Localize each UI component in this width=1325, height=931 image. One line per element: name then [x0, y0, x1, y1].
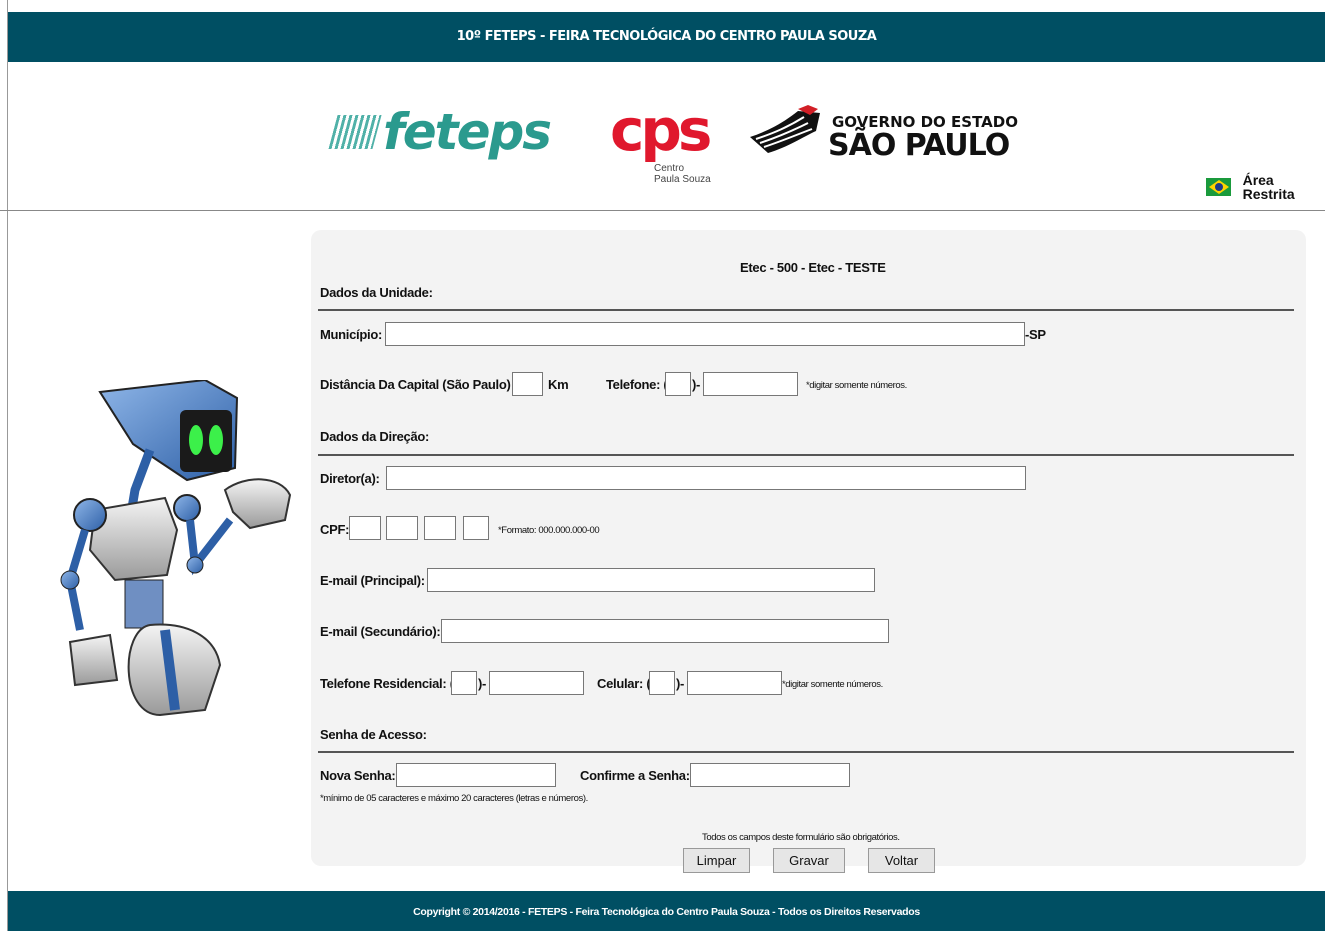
section-heading-unit: Dados da Unidade:	[320, 285, 433, 300]
phone-number-input[interactable]	[703, 372, 798, 396]
home-phone-area-code-input[interactable]	[451, 671, 477, 695]
restricted-area-link[interactable]: Área Restrita	[1206, 173, 1325, 201]
clear-button[interactable]: Limpar	[683, 848, 750, 873]
feteps-dots-icon	[328, 115, 382, 149]
governo-emblem-icon	[750, 105, 820, 153]
page-title: 10º FETEPS - FEIRA TECNOLÓGICA DO CENTRO…	[456, 29, 877, 44]
section-divider	[318, 309, 1294, 311]
municipio-label: Município:	[320, 327, 382, 342]
logo-strip: feteps cps Centro Paula Souza GOVERNO DO…	[0, 95, 1325, 190]
required-fields-note: Todos os campos deste formulário são obr…	[702, 832, 900, 843]
municipio-input[interactable]	[385, 322, 1025, 346]
password-hint: *mínimo de 05 caracteres e máximo 20 car…	[320, 793, 588, 804]
robot-mascot-illustration	[60, 380, 292, 717]
phone-area-code-input[interactable]	[665, 372, 691, 396]
email-main-input[interactable]	[427, 568, 875, 592]
email-secondary-label: E-mail (Secundário):	[320, 624, 441, 639]
director-input[interactable]	[386, 466, 1026, 490]
cell-number-input[interactable]	[687, 671, 782, 695]
phone-hint: *digitar somente números.	[806, 380, 907, 391]
header-divider	[0, 210, 1325, 211]
cpf-part-1-input[interactable]	[349, 516, 381, 540]
back-button[interactable]: Voltar	[868, 848, 935, 873]
new-password-input[interactable]	[396, 763, 556, 787]
state-suffix: -SP	[1025, 327, 1046, 342]
cpf-digit-input[interactable]	[463, 516, 489, 540]
footer-bar: Copyright © 2014/2016 - FETEPS - Feira T…	[8, 891, 1325, 931]
copyright-text: Copyright © 2014/2016 - FETEPS - Feira T…	[413, 906, 920, 918]
cpf-part-2-input[interactable]	[386, 516, 418, 540]
phone-separator: )-	[692, 377, 701, 392]
section-heading-password: Senha de Acesso:	[320, 727, 427, 742]
distance-input[interactable]	[512, 372, 543, 396]
section-heading-direction: Dados da Direção:	[320, 429, 430, 444]
email-secondary-input[interactable]	[441, 619, 889, 643]
cpf-part-3-input[interactable]	[424, 516, 456, 540]
governo-sp-logo: GOVERNO DO ESTADO SÃO PAULO	[748, 103, 1018, 163]
save-button[interactable]: Gravar	[773, 848, 845, 873]
feteps-logo: feteps	[328, 107, 552, 157]
page-title-bar: 10º FETEPS - FEIRA TECNOLÓGICA DO CENTRO…	[8, 12, 1325, 62]
home-phone-label: Telefone Residencial: (	[320, 676, 454, 691]
cpf-label: CPF:	[320, 522, 350, 537]
director-label: Diretor(a):	[320, 471, 380, 486]
cell-label: Celular: (	[597, 676, 651, 691]
unit-title: Etec - 500 - Etec - TESTE	[740, 260, 886, 275]
section-divider	[318, 751, 1294, 753]
distance-label: Distância Da Capital (São Paulo)	[320, 377, 511, 392]
phone-label: Telefone: (	[606, 377, 668, 392]
cell-area-code-input[interactable]	[649, 671, 675, 695]
cps-logo: cps Centro Paula Souza	[610, 96, 712, 185]
confirm-password-input[interactable]	[690, 763, 850, 787]
cell-hint: *digitar somente números.	[782, 679, 883, 690]
cell-separator: )-	[676, 676, 685, 691]
new-password-label: Nova Senha:	[320, 768, 396, 783]
cpf-format-hint: *Formato: 000.000.000-00	[498, 525, 600, 536]
confirm-password-label: Confirme a Senha:	[580, 768, 690, 783]
brazil-flag-icon	[1206, 178, 1231, 196]
section-divider	[318, 454, 1294, 456]
email-main-label: E-mail (Principal):	[320, 573, 425, 588]
km-label: Km	[548, 377, 569, 392]
home-phone-number-input[interactable]	[489, 671, 584, 695]
home-phone-separator: )-	[478, 676, 487, 691]
